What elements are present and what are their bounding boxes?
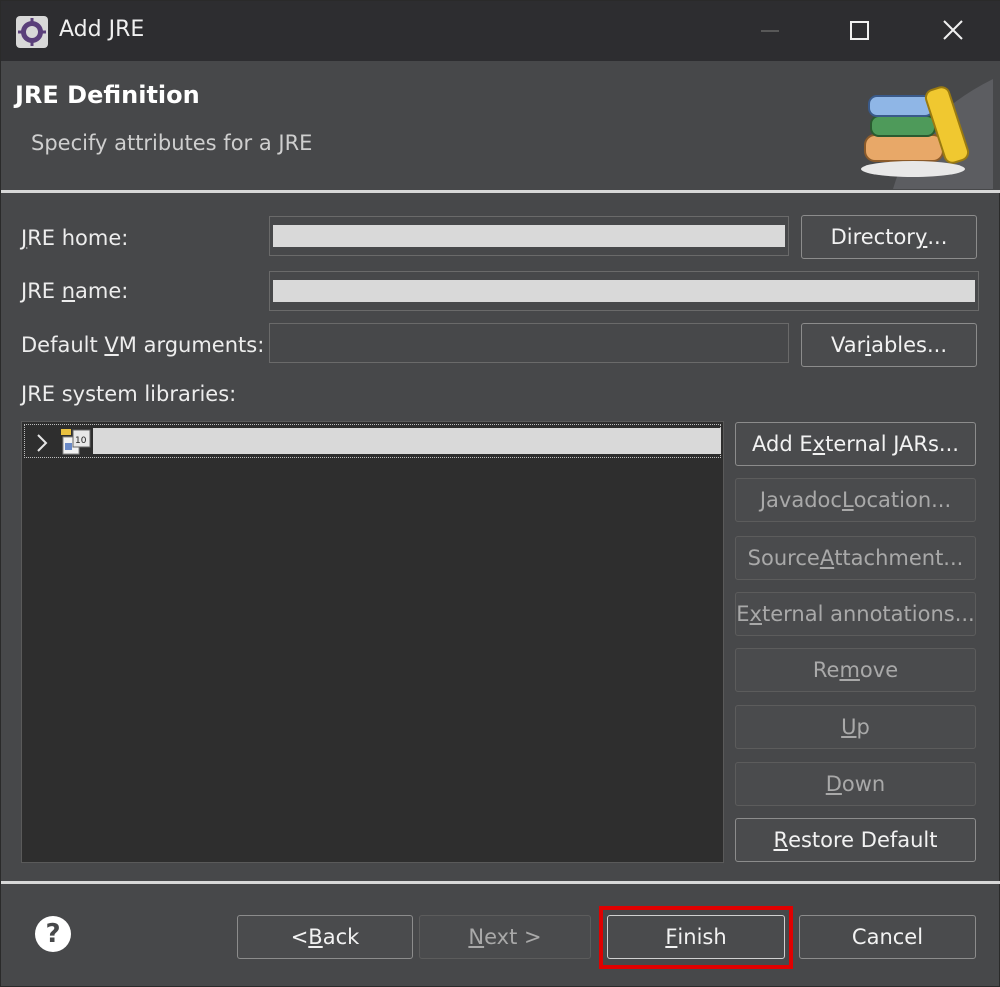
vm-args-field[interactable] <box>269 323 789 363</box>
javadoc-location-button[interactable]: Javadoc Location... <box>735 478 976 522</box>
directory-button[interactable]: Director y... <box>801 215 977 259</box>
chevron-right-icon[interactable] <box>35 431 49 455</box>
minimize-button[interactable] <box>749 13 789 49</box>
add-jre-dialog: Add JRE JRE Definition Specify attribute… <box>0 0 1000 987</box>
external-annotations-button[interactable]: Ex ternal annotations... <box>735 592 976 636</box>
variables-button[interactable]: Var i ables... <box>801 323 977 367</box>
add-external-jars-button[interactable]: Add Ex ternal JARs... <box>735 422 976 466</box>
jre-name-value <box>273 280 975 302</box>
page-title: JRE Definition <box>15 81 200 109</box>
back-button[interactable]: < Back <box>237 915 413 959</box>
library-books-icon <box>861 79 993 189</box>
maximize-button[interactable] <box>839 13 879 49</box>
eclipse-app-icon <box>16 16 48 48</box>
down-button[interactable]: Down <box>735 762 976 806</box>
wizard-header: JRE Definition Specify attributes for a … <box>1 61 1000 191</box>
jre-home-label: JRE home: <box>21 226 129 250</box>
header-separator <box>1 190 1000 193</box>
maximize-icon <box>850 21 869 40</box>
minimize-icon <box>761 30 779 32</box>
jar-library-icon: 10 <box>61 429 91 455</box>
tree-item-label <box>93 428 721 454</box>
jre-name-label: JRE name: <box>21 279 129 303</box>
footer-separator <box>1 881 1000 884</box>
finish-button[interactable]: Finish <box>607 915 785 959</box>
jre-home-value <box>273 225 785 247</box>
jre-name-field[interactable] <box>269 271 979 311</box>
jre-system-libraries-label: JRE system libraries: <box>21 382 237 406</box>
tree-item[interactable]: 10 <box>24 424 721 458</box>
help-icon[interactable]: ? <box>35 916 71 952</box>
window-title: Add JRE <box>59 17 145 42</box>
next-button[interactable]: Next > <box>419 915 591 959</box>
jre-home-field[interactable] <box>269 216 789 256</box>
title-bar: Add JRE <box>1 1 1000 61</box>
cancel-button[interactable]: Cancel <box>799 915 976 959</box>
up-button[interactable]: Up <box>735 705 976 749</box>
restore-default-button[interactable]: Restore Default <box>735 818 976 862</box>
close-icon <box>943 20 963 40</box>
source-attachment-button[interactable]: Source Attachment... <box>735 536 976 580</box>
page-subtitle: Specify attributes for a JRE <box>31 131 313 155</box>
vm-args-label: Default VM arguments: <box>21 333 265 357</box>
svg-text:10: 10 <box>75 436 87 446</box>
jre-libraries-tree[interactable]: 10 <box>21 421 724 863</box>
remove-button[interactable]: Re m ove <box>735 648 976 692</box>
close-button[interactable] <box>933 13 973 49</box>
